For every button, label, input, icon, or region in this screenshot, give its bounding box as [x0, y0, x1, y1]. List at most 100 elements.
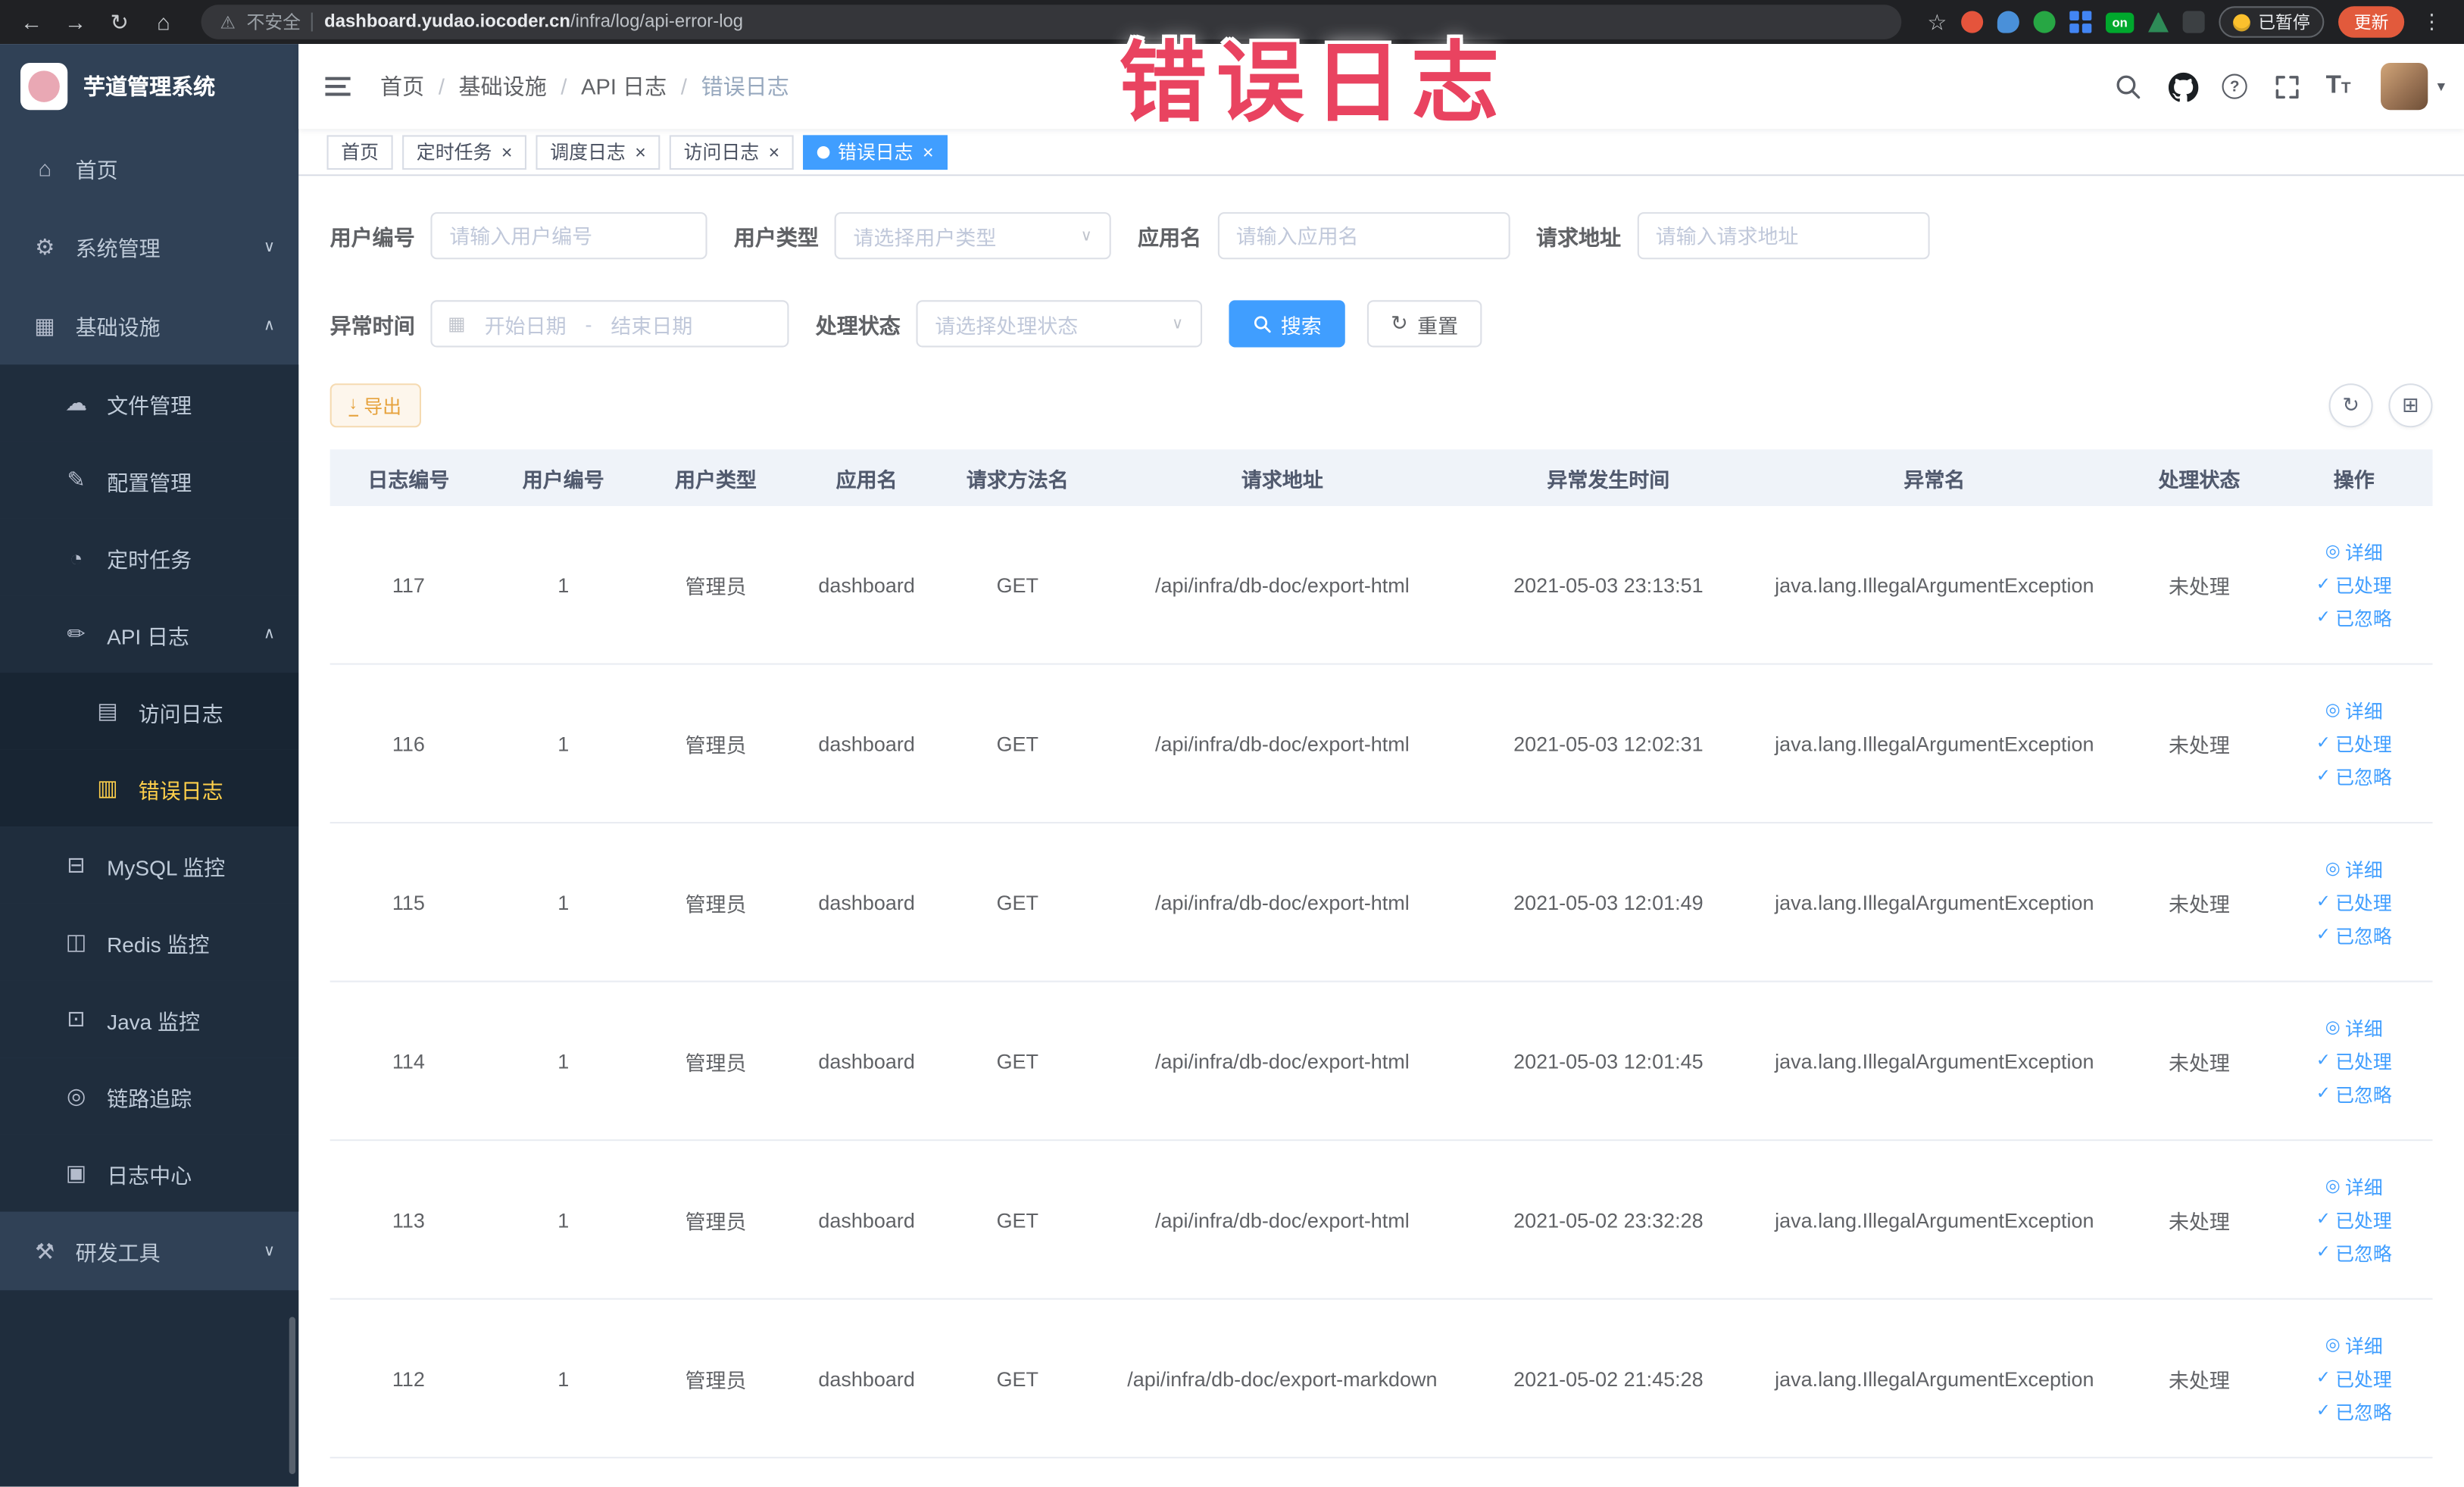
processed-link[interactable]: ✓ 已处理 [2316, 1365, 2392, 1392]
extension-tree-icon[interactable] [2148, 11, 2169, 33]
ignored-link[interactable]: ✓ 已忽略 [2316, 922, 2392, 948]
screenshot-root: ← → ↻ ⌂ ⚠ 不安全 dashboard.yudao.iocoder.cn… [0, 0, 2464, 1487]
eye-icon: ◎ [2325, 541, 2341, 561]
browser-reload-icon[interactable]: ↻ [101, 3, 139, 41]
sidebar-item-dev-tools[interactable]: ⚒ 研发工具 ∨ [0, 1212, 298, 1291]
sidebar-scrollbar[interactable] [289, 1317, 296, 1474]
cell-exception-time: 2021-05-02 23:32:28 [1513, 1207, 1704, 1232]
tab-dispatch-log[interactable]: 调度日志 × [536, 134, 661, 170]
extension-grid-icon[interactable] [2069, 11, 2092, 33]
reset-button[interactable]: ↻ 重置 [1366, 300, 1482, 348]
hamburger-icon[interactable] [298, 44, 377, 129]
app-name-input[interactable] [1216, 212, 1510, 260]
detail-link[interactable]: ◎ 详细 [2325, 1014, 2383, 1041]
help-icon[interactable]: ? [2222, 73, 2247, 99]
font-size-icon[interactable]: TT [2326, 73, 2351, 99]
user-type-select[interactable]: 请选择用户类型 ∨ [834, 212, 1111, 260]
processed-link[interactable]: ✓ 已处理 [2316, 730, 2392, 757]
ignored-link[interactable]: ✓ 已忽略 [2316, 604, 2392, 631]
extension-pin-icon[interactable] [2182, 11, 2205, 33]
download-icon: ↓ [348, 395, 358, 416]
extension-on-badge[interactable]: on [2105, 11, 2135, 33]
ignored-link[interactable]: ✓ 已忽略 [2316, 763, 2392, 789]
extension-icon[interactable] [1997, 11, 2019, 33]
ignored-link[interactable]: ✓ 已忽略 [2316, 1398, 2392, 1424]
tab-error-log[interactable]: 错误日志 × [803, 134, 948, 170]
process-status-select[interactable]: 请选择处理状态 ∨ [916, 300, 1203, 348]
sidebar-item-api-logs[interactable]: ✏ API 日志 ∧ [0, 595, 299, 673]
close-icon[interactable]: × [635, 142, 646, 161]
export-button[interactable]: ↓ 导出 [329, 383, 420, 428]
ignored-link[interactable]: ✓ 已忽略 [2316, 1080, 2392, 1107]
tab-access-log[interactable]: 访问日志 × [669, 134, 794, 170]
request-url-input[interactable] [1636, 212, 1929, 260]
cell-log-id: 112 [392, 1366, 425, 1391]
breadcrumb-home[interactable]: 首页 [380, 70, 424, 102]
column-header: 操作 [2333, 467, 2375, 492]
breadcrumb-api-logs[interactable]: API 日志 [581, 70, 667, 102]
date-range-picker[interactable]: ▦ 开始日期 - 结束日期 [430, 300, 789, 348]
sidebar-item-access-log[interactable]: ▤ 访问日志 [0, 672, 299, 750]
browser-update-button[interactable]: 更新 [2338, 6, 2405, 38]
sidebar-item-mysql-monitor[interactable]: ⊟ MySQL 监控 [0, 826, 299, 904]
close-icon[interactable]: × [501, 142, 513, 161]
sidebar-item-log-center[interactable]: ▣ 日志中心 [0, 1134, 299, 1212]
eye-icon: ◎ [2325, 1017, 2341, 1037]
cell-actions: ◎ 详细 ✓ 已处理 ✓ 已忽略 [2275, 539, 2432, 631]
column-settings-button[interactable]: ⊞ [2388, 383, 2433, 428]
github-icon[interactable] [2167, 70, 2198, 102]
tab-scheduled-jobs[interactable]: 定时任务 × [402, 134, 527, 170]
cell-log-id: 114 [392, 1048, 425, 1073]
sidebar-item-redis-monitor[interactable]: ◫ Redis 监控 [0, 903, 299, 981]
paused-label: 已暂停 [2258, 14, 2310, 33]
sidebar-item-home[interactable]: ⌂ 首页 [0, 129, 298, 208]
bookmark-star-icon[interactable]: ☆ [1927, 8, 1947, 35]
sidebar-item-system-management[interactable]: ⚙ 系统管理 ∨ [0, 208, 298, 286]
browser-forward-icon[interactable]: → [57, 3, 95, 41]
sidebar-item-java-monitor[interactable]: ⊡ Java 监控 [0, 980, 299, 1058]
cell-exception-time: 2021-05-03 12:02:31 [1513, 731, 1704, 755]
browser-menu-icon[interactable]: ⋮ [2419, 9, 2445, 34]
fullscreen-icon[interactable] [2271, 70, 2302, 102]
browser-home-icon[interactable]: ⌂ [145, 3, 183, 41]
processed-link[interactable]: ✓ 已处理 [2316, 1206, 2392, 1232]
sidebar-item-scheduled-jobs[interactable]: ◔ 定时任务 [0, 518, 299, 596]
tab-label: 访问日志 [683, 141, 760, 164]
processed-link[interactable]: ✓ 已处理 [2316, 889, 2392, 915]
log-center-icon: ▣ [65, 1160, 87, 1186]
sidebar-item-infrastructure[interactable]: ▦ 基础设施 ∧ [0, 286, 298, 365]
user-id-input[interactable] [430, 212, 707, 260]
sidebar-filler [0, 1290, 299, 1487]
ignored-link[interactable]: ✓ 已忽略 [2316, 1239, 2392, 1266]
search-button[interactable]: 搜索 [1229, 300, 1345, 348]
sidebar-item-config-management[interactable]: ✎ 配置管理 [0, 441, 299, 519]
tab-home[interactable]: 首页 [326, 134, 393, 170]
refresh-button[interactable]: ↻ [2328, 383, 2373, 428]
close-icon[interactable]: × [769, 142, 780, 161]
sidebar-item-trace[interactable]: ◎ 链路追踪 [0, 1057, 299, 1135]
cell-actions: ◎ 详细 ✓ 已处理 ✓ 已忽略 [2275, 697, 2432, 789]
search-icon[interactable] [2112, 70, 2143, 102]
breadcrumb-infrastructure[interactable]: 基础设施 [459, 70, 547, 102]
detail-link[interactable]: ◎ 详细 [2325, 856, 2383, 883]
paused-extension-button[interactable]: 已暂停 [2219, 6, 2325, 38]
user-menu[interactable]: ▾ [2380, 62, 2445, 111]
close-icon[interactable]: × [923, 142, 934, 161]
processed-link[interactable]: ✓ 已处理 [2316, 1048, 2392, 1074]
processed-link[interactable]: ✓ 已处理 [2316, 571, 2392, 598]
security-label[interactable]: 不安全 [246, 9, 301, 34]
cell-status: 未处理 [2168, 1209, 2230, 1233]
browser-back-icon[interactable]: ← [13, 3, 51, 41]
sidebar-item-error-log[interactable]: ▥ 错误日志 [0, 749, 299, 827]
cell-method: GET [996, 731, 1039, 755]
detail-link[interactable]: ◎ 详细 [2325, 1173, 2383, 1200]
detail-link[interactable]: ◎ 详细 [2325, 1332, 2383, 1358]
url-bar[interactable]: ⚠ 不安全 dashboard.yudao.iocoder.cn/infra/l… [201, 5, 1903, 39]
detail-link[interactable]: ◎ 详细 [2325, 539, 2383, 565]
document-icon: ▥ [97, 774, 118, 800]
detail-link[interactable]: ◎ 详细 [2325, 697, 2383, 723]
cell-exception-name: java.lang.IllegalArgumentException [1775, 1048, 2094, 1073]
sidebar-item-file-management[interactable]: ☁ 文件管理 [0, 364, 299, 442]
extension-icon[interactable] [1961, 11, 1984, 33]
extension-icon[interactable] [2033, 11, 2056, 33]
